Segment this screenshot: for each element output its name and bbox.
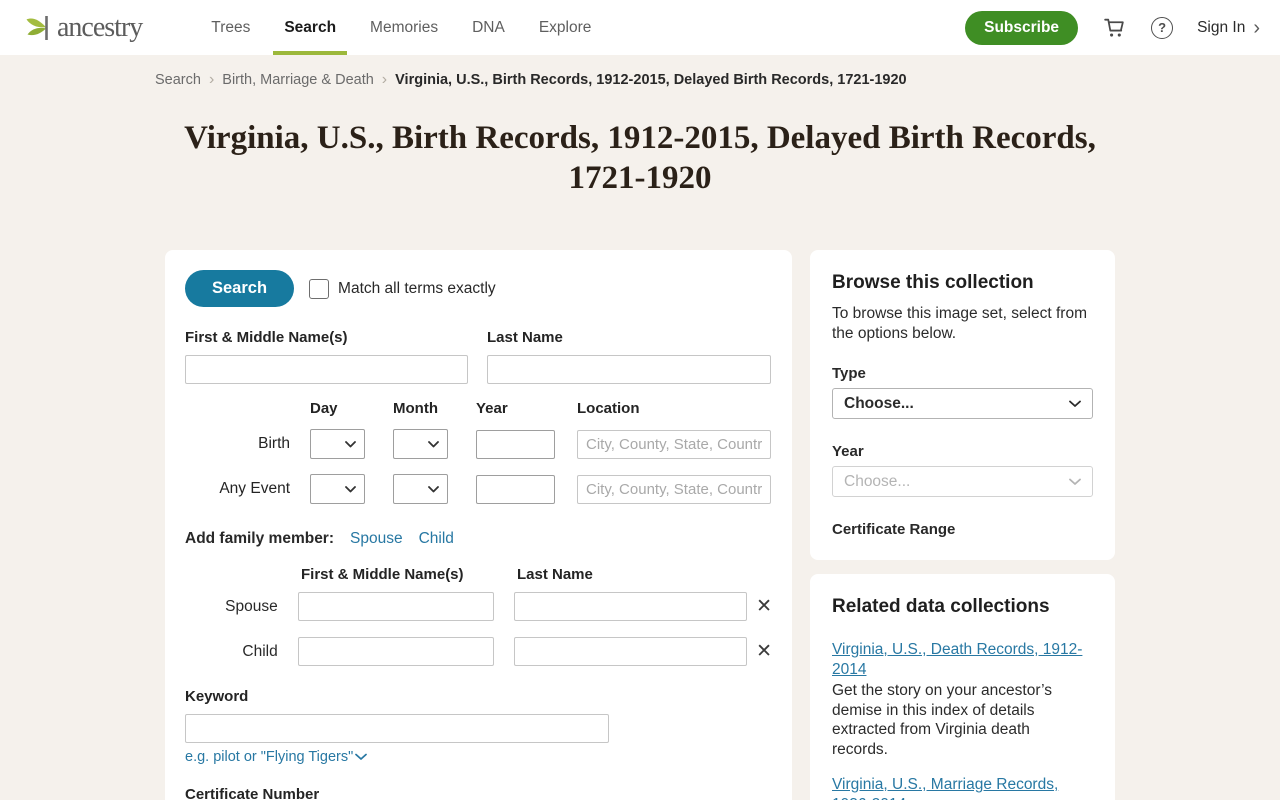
year-select[interactable]: Choose...	[832, 466, 1093, 497]
cart-icon[interactable]	[1102, 15, 1127, 40]
spouse-last-name-input[interactable]	[513, 592, 748, 621]
remove-child-icon[interactable]: ✕	[756, 642, 772, 661]
help-icon[interactable]: ?	[1151, 16, 1174, 39]
family-first-name-column-label: First & Middle Name(s)	[301, 566, 464, 583]
child-first-name-input[interactable]	[297, 637, 494, 666]
any-event-month-select[interactable]	[393, 474, 448, 504]
related-link-marriage-records[interactable]: Virginia, U.S., Marriage Records, 1936-2…	[832, 775, 1087, 800]
keyword-input[interactable]	[185, 714, 609, 743]
match-exact-checkbox[interactable]	[309, 278, 330, 299]
first-name-label: First & Middle Name(s)	[185, 329, 348, 346]
header-actions: Subscribe ? Sign In ›	[965, 10, 1260, 45]
spouse-row-label: Spouse	[225, 597, 278, 615]
chevron-right-icon: ›	[381, 71, 388, 88]
last-name-label: Last Name	[487, 329, 563, 346]
add-spouse-link[interactable]: Spouse	[350, 530, 403, 548]
related-collections-title: Related data collections	[832, 596, 1050, 617]
related-collections-card: Related data collections Virginia, U.S.,…	[810, 574, 1115, 800]
birth-day-select[interactable]	[310, 429, 365, 459]
birth-row-label: Birth	[258, 435, 290, 452]
chevron-down-icon	[355, 753, 368, 761]
last-name-input[interactable]	[487, 355, 771, 384]
sign-in-link[interactable]: Sign In ›	[1197, 18, 1260, 38]
keyword-hint-link[interactable]: e.g. pilot or "Flying Tigers"	[185, 749, 772, 765]
birth-year-input[interactable]	[476, 429, 555, 459]
add-child-link[interactable]: Child	[419, 530, 454, 548]
sidebar: Browse this collection To browse this im…	[810, 250, 1115, 800]
chevron-down-icon	[345, 440, 356, 447]
type-label: Type	[832, 365, 866, 382]
search-form-card: Search Match all terms exactly First & M…	[165, 250, 792, 800]
year-column-label: Year	[476, 400, 508, 417]
search-button[interactable]: Search	[185, 270, 295, 307]
match-exact-label: Match all terms exactly	[338, 279, 496, 297]
child-last-name-input[interactable]	[513, 637, 748, 666]
main-nav: Trees Search Memories DNA Explore	[194, 0, 608, 55]
certificate-range-label: Certificate Range	[832, 521, 956, 538]
month-column-label: Month	[393, 400, 438, 417]
type-select[interactable]: Choose...	[832, 388, 1093, 419]
breadcrumb-current: Virginia, U.S., Birth Records, 1912-2015…	[395, 72, 907, 88]
browse-collection-description: To browse this image set, select from th…	[832, 305, 1087, 342]
chevron-down-icon	[428, 440, 439, 447]
keyword-label: Keyword	[185, 688, 249, 705]
first-name-input[interactable]	[185, 355, 468, 384]
day-column-label: Day	[310, 400, 338, 417]
remove-spouse-icon[interactable]: ✕	[756, 597, 772, 616]
nav-item-trees[interactable]: Trees	[200, 0, 261, 55]
any-event-day-select[interactable]	[310, 474, 365, 504]
certificate-number-label: Certificate Number	[185, 786, 320, 800]
child-row-label: Child	[242, 642, 278, 660]
nav-item-search[interactable]: Search	[273, 0, 347, 55]
chevron-down-icon	[428, 485, 439, 492]
related-link-death-records[interactable]: Virginia, U.S., Death Records, 1912-2014	[832, 640, 1087, 679]
year-label: Year	[832, 443, 864, 460]
chevron-down-icon	[1069, 400, 1081, 407]
top-navigation-bar: ancestry Trees Search Memories DNA Explo…	[0, 0, 1280, 55]
ancestry-wordmark: ancestry	[57, 11, 143, 43]
browse-collection-card: Browse this collection To browse this im…	[810, 250, 1115, 560]
content-area: Search Match all terms exactly First & M…	[165, 250, 1280, 800]
spouse-first-name-input[interactable]	[297, 592, 494, 621]
breadcrumb-search[interactable]: Search	[155, 72, 201, 88]
nav-item-memories[interactable]: Memories	[359, 0, 449, 55]
related-description: Get the story on your ancestor’s demise …	[832, 682, 1052, 758]
nav-item-explore[interactable]: Explore	[528, 0, 603, 55]
any-event-location-input[interactable]	[577, 474, 771, 504]
browse-collection-title: Browse this collection	[832, 272, 1034, 293]
nav-item-dna[interactable]: DNA	[461, 0, 516, 55]
breadcrumb: Search › Birth, Marriage & Death › Virgi…	[155, 71, 1280, 89]
location-column-label: Location	[577, 400, 640, 417]
chevron-down-icon	[1069, 478, 1081, 485]
add-family-member-label: Add family member:	[185, 530, 335, 547]
family-last-name-column-label: Last Name	[517, 566, 593, 583]
ancestry-leaf-icon	[25, 12, 55, 44]
page-title: Virginia, U.S., Birth Records, 1912-2015…	[184, 120, 1096, 196]
chevron-right-icon: ›	[208, 71, 215, 88]
subscribe-button[interactable]: Subscribe	[965, 10, 1079, 45]
any-event-year-input[interactable]	[476, 474, 555, 504]
ancestry-logo[interactable]: ancestry	[25, 11, 143, 44]
chevron-right-icon: ›	[1253, 16, 1260, 39]
birth-location-input[interactable]	[577, 429, 771, 459]
birth-month-select[interactable]	[393, 429, 448, 459]
chevron-down-icon	[345, 485, 356, 492]
any-event-row-label: Any Event	[219, 480, 290, 497]
breadcrumb-bmd[interactable]: Birth, Marriage & Death	[222, 72, 374, 88]
